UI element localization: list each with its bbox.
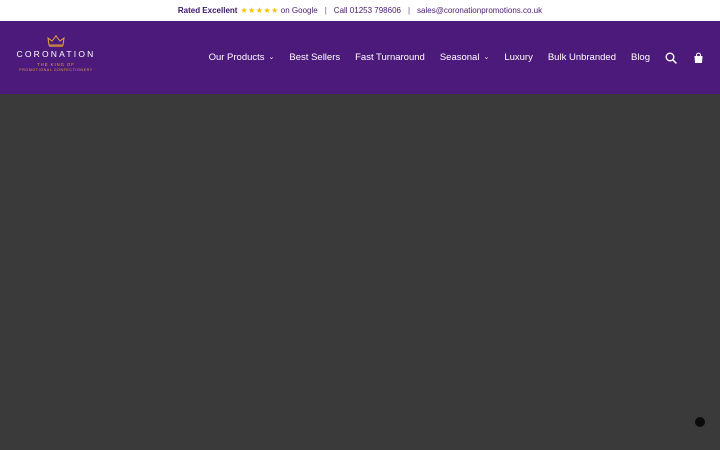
nav-fast-turnaround[interactable]: Fast Turnaround — [355, 52, 425, 63]
nav-label: Seasonal — [439, 52, 480, 63]
nav-blog[interactable]: Blog — [631, 52, 650, 63]
logo[interactable]: CORONATION THE KING OF PROMOTIONAL CONFE… — [16, 35, 96, 83]
chevron-down-icon: ⌄ — [483, 53, 490, 61]
separator: | — [407, 6, 411, 15]
on-google-label: on Google — [280, 6, 318, 15]
logo-tagline-2: PROMOTIONAL CONFECTIONERY — [19, 68, 93, 72]
main-content — [0, 94, 720, 450]
nav-label: Bulk Unbranded — [547, 52, 616, 63]
nav-bulk-unbranded[interactable]: Bulk Unbranded — [548, 52, 616, 63]
search-icon[interactable] — [665, 52, 677, 64]
email-link[interactable]: sales@coronationpromotions.co.uk — [417, 6, 542, 15]
phone-link[interactable]: Call 01253 798606 — [334, 6, 401, 15]
nav-our-products[interactable]: Our Products ⌄ — [209, 52, 275, 63]
nav-label: Blog — [630, 52, 650, 63]
site-header: CORONATION THE KING OF PROMOTIONAL CONFE… — [0, 21, 720, 94]
rating-stars: ★★★★★ — [240, 6, 279, 15]
nav-label: Our Products — [208, 52, 265, 63]
rated-label: Rated Excellent — [177, 6, 238, 15]
crown-icon — [47, 35, 65, 47]
logo-brand: CORONATION — [16, 49, 96, 59]
nav-seasonal[interactable]: Seasonal ⌄ — [440, 52, 490, 63]
nav-luxury[interactable]: Luxury — [504, 52, 533, 63]
nav-label: Fast Turnaround — [355, 52, 425, 63]
main-nav: Our Products ⌄ Best Sellers Fast Turnaro… — [194, 21, 704, 94]
shopping-bag-icon[interactable] — [692, 52, 704, 64]
nav-best-sellers[interactable]: Best Sellers — [289, 52, 340, 63]
top-info-bar: Rated Excellent ★★★★★ on Google | Call 0… — [0, 0, 720, 21]
nav-label: Luxury — [504, 52, 533, 63]
chevron-down-icon: ⌄ — [268, 53, 275, 61]
logo-tagline: THE KING OF — [37, 62, 75, 67]
chat-widget-button[interactable] — [695, 417, 705, 427]
nav-label: Best Sellers — [289, 52, 341, 63]
separator: | — [324, 6, 327, 15]
